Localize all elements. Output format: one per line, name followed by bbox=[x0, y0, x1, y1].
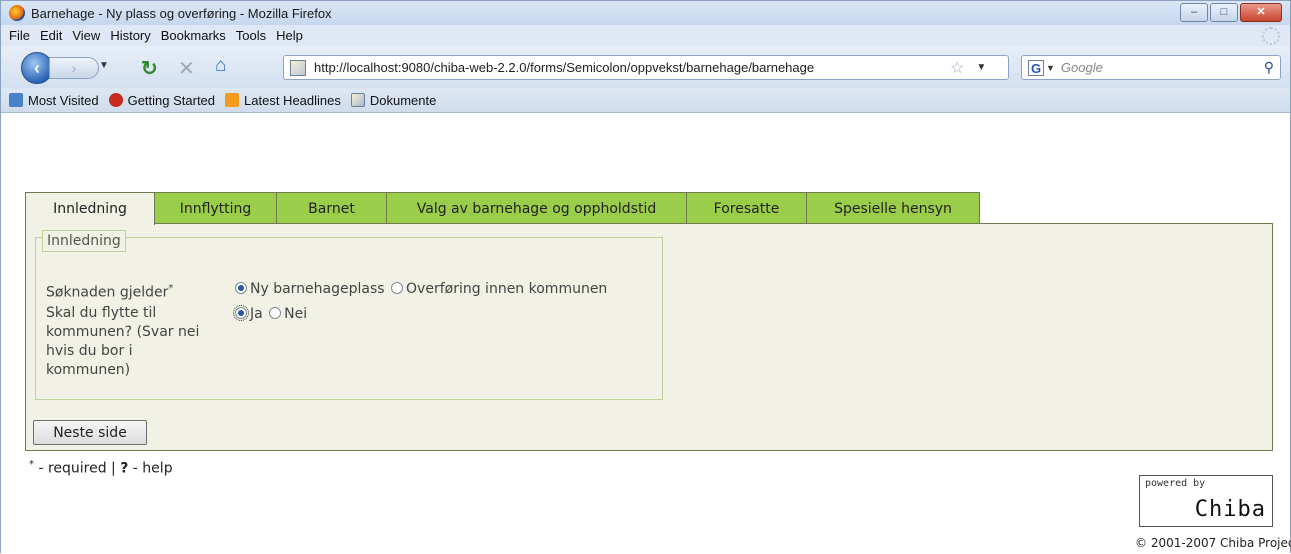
menu-help[interactable]: Help bbox=[276, 28, 303, 43]
radio-nei[interactable] bbox=[269, 307, 282, 319]
required-text: - required | bbox=[34, 460, 121, 477]
radio-ja[interactable] bbox=[233, 305, 249, 321]
maximize-button[interactable]: □ bbox=[1210, 3, 1238, 22]
flytte-label-line: kommunen) bbox=[46, 362, 131, 378]
option-label[interactable]: Ja bbox=[250, 306, 263, 322]
bookmark-getting-started[interactable]: Getting Started bbox=[108, 92, 216, 108]
rss-feed-icon bbox=[225, 93, 240, 107]
bookmark-star-icon[interactable]: ☆ bbox=[950, 58, 964, 78]
flytte-label-line: kommunen? (Svar nei bbox=[46, 324, 200, 340]
radio-ny-barnehageplass[interactable] bbox=[235, 282, 247, 294]
powered-by-chiba-logo[interactable]: powered by Chiba bbox=[1139, 475, 1273, 527]
history-dropdown-icon[interactable]: ▼ bbox=[99, 60, 109, 71]
flytte-label-line: hvis du bor i bbox=[46, 343, 133, 359]
close-button[interactable]: ✕ bbox=[1240, 3, 1282, 22]
title-bar: Barnehage - Ny plass og overføring - Moz… bbox=[1, 1, 1290, 25]
copyright-text: © 2001-2007 Chiba Project bbox=[1135, 536, 1291, 550]
flytte-label-line: Skal du flytte til bbox=[46, 305, 157, 321]
bookmark-latest-headlines[interactable]: Latest Headlines bbox=[225, 93, 341, 108]
option-label[interactable]: Nei bbox=[284, 306, 307, 322]
window-controls: – □ ✕ bbox=[1180, 3, 1282, 22]
bookmark-label: Getting Started bbox=[127, 92, 216, 108]
minimize-button[interactable]: – bbox=[1180, 3, 1208, 22]
soknad-options: Ny barnehageplass Overføring innen kommu… bbox=[235, 280, 607, 299]
innledning-fieldset: Innledning Søknaden gjelder* Ny barnehag… bbox=[35, 230, 663, 400]
search-input[interactable]: Google bbox=[1061, 60, 1264, 75]
form-tabs: Innledning Innflytting Barnet Valg av ba… bbox=[25, 192, 980, 225]
next-page-button[interactable]: Neste side bbox=[33, 420, 147, 445]
search-icon[interactable]: ⚲ bbox=[1264, 59, 1274, 76]
tab-barnet[interactable]: Barnet bbox=[276, 192, 387, 224]
fieldset-legend: Innledning bbox=[42, 230, 126, 252]
home-icon[interactable]: ⌂ bbox=[215, 55, 226, 77]
option-label[interactable]: Overføring innen kommunen bbox=[406, 281, 607, 297]
option-label[interactable]: Ny barnehageplass bbox=[250, 281, 385, 297]
flytte-label: Skal du flytte til kommunen? (Svar nei h… bbox=[46, 304, 199, 380]
google-engine-icon[interactable]: G bbox=[1028, 59, 1044, 76]
navigation-toolbar: ‹ › ▼ ↻ ✕ ⌂ http://localhost:9080/chiba-… bbox=[1, 46, 1290, 88]
bookmark-label: Latest Headlines bbox=[244, 92, 341, 108]
required-help-note: * - required | ? - help bbox=[29, 459, 173, 477]
most-visited-icon bbox=[9, 93, 23, 107]
menu-bar: File Edit View History Bookmarks Tools H… bbox=[1, 25, 1290, 46]
powered-by-text: powered by bbox=[1145, 478, 1206, 489]
url-text[interactable]: http://localhost:9080/chiba-web-2.2.0/fo… bbox=[314, 60, 944, 75]
tab-innflytting[interactable]: Innflytting bbox=[154, 192, 277, 224]
address-bar[interactable]: http://localhost:9080/chiba-web-2.2.0/fo… bbox=[283, 55, 1009, 80]
bookmark-label: Most Visited bbox=[28, 92, 99, 108]
engine-dropdown-icon[interactable]: ▼ bbox=[1046, 63, 1055, 73]
radio-overforing[interactable] bbox=[391, 282, 404, 294]
url-dropdown-icon[interactable]: ▼ bbox=[976, 62, 986, 73]
bookmark-dokumente[interactable]: Dokumente bbox=[350, 92, 437, 108]
page-favicon-icon bbox=[290, 59, 306, 76]
help-text: - help bbox=[128, 460, 173, 477]
required-mark: * bbox=[168, 283, 174, 294]
browser-window: Barnehage - Ny plass og overføring - Moz… bbox=[0, 0, 1291, 554]
menu-view[interactable]: View bbox=[72, 28, 100, 43]
throbber-icon bbox=[1262, 27, 1280, 45]
menu-tools[interactable]: Tools bbox=[236, 28, 266, 43]
menu-file[interactable]: File bbox=[9, 28, 30, 43]
search-box[interactable]: G ▼ Google ⚲ bbox=[1021, 55, 1281, 80]
bookmark-label: Dokumente bbox=[369, 92, 437, 108]
page-content: Innledning Innflytting Barnet Valg av ba… bbox=[1, 113, 1291, 554]
tab-innledning[interactable]: Innledning bbox=[25, 192, 155, 225]
tab-panel: Innledning Søknaden gjelder* Ny barnehag… bbox=[25, 223, 1273, 451]
tab-spesielle-hensyn[interactable]: Spesielle hensyn bbox=[806, 192, 980, 224]
tab-foresatte[interactable]: Foresatte bbox=[686, 192, 807, 224]
getting-started-icon bbox=[108, 93, 123, 107]
menu-bookmarks[interactable]: Bookmarks bbox=[161, 28, 226, 43]
window-title: Barnehage - Ny plass og overføring - Moz… bbox=[31, 5, 332, 21]
chiba-logo-text: Chiba bbox=[1194, 497, 1266, 522]
stop-icon[interactable]: ✕ bbox=[178, 56, 195, 81]
bookmarks-toolbar: Most Visited Getting Started Latest Head… bbox=[1, 88, 1290, 113]
flytte-options: Ja Nei bbox=[233, 305, 307, 324]
menu-edit[interactable]: Edit bbox=[40, 28, 62, 43]
menu-history[interactable]: History bbox=[110, 28, 150, 43]
soknad-label-text: Søknaden gjelder bbox=[46, 284, 169, 301]
firefox-icon bbox=[9, 5, 25, 21]
bookmark-most-visited[interactable]: Most Visited bbox=[9, 93, 99, 108]
soknad-label: Søknaden gjelder* bbox=[46, 279, 173, 303]
tab-valg-av-barnehage[interactable]: Valg av barnehage og oppholdstid bbox=[386, 192, 687, 224]
dokumente-icon bbox=[350, 93, 365, 107]
forward-button[interactable]: › bbox=[49, 57, 99, 79]
reload-icon[interactable]: ↻ bbox=[141, 56, 158, 81]
